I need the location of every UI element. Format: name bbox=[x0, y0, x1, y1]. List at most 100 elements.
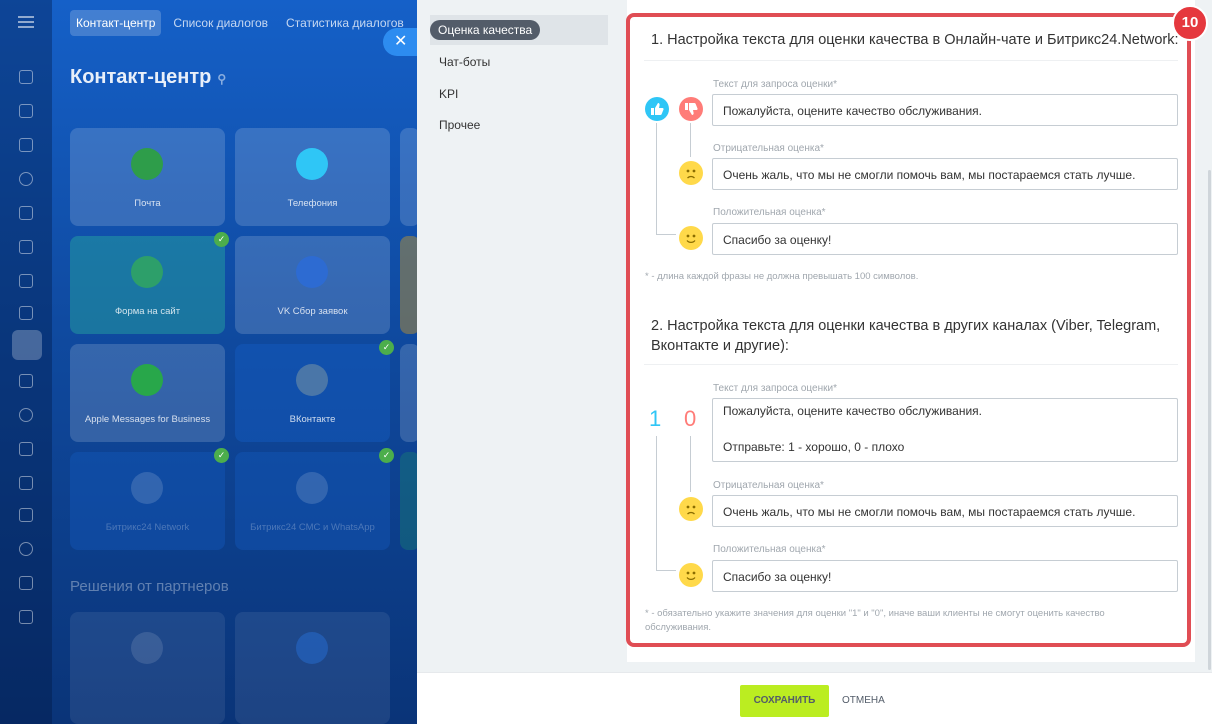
negative-rating-label: Отрицательная оценка* bbox=[713, 143, 824, 154]
file-icon[interactable] bbox=[19, 240, 33, 254]
sidebar-active-item[interactable] bbox=[12, 330, 42, 360]
partner-tile[interactable] bbox=[235, 612, 390, 724]
sidebar-icon[interactable] bbox=[19, 70, 33, 84]
menu-item-other[interactable]: Прочее bbox=[439, 118, 480, 132]
divider bbox=[644, 60, 1178, 61]
thumbs-down-icon bbox=[679, 97, 703, 121]
task-icon[interactable] bbox=[19, 442, 33, 456]
tile-label: Битрикс24 Network bbox=[105, 522, 190, 533]
message-icon bbox=[131, 364, 163, 396]
tile-telephony[interactable]: Телефония bbox=[235, 128, 390, 226]
settings-menu: Оценка качества Чат-боты KPI Прочее bbox=[417, 0, 609, 672]
document-icon[interactable] bbox=[19, 138, 33, 152]
tile-vkontakte[interactable]: ВКонтакте ✓ bbox=[235, 340, 394, 442]
request-text-input[interactable]: Пожалуйста, оцените качество обслуживани… bbox=[712, 94, 1178, 126]
menu-item-label: Оценка качества bbox=[430, 20, 541, 40]
step-badge: 10 bbox=[1172, 5, 1208, 41]
left-sidebar bbox=[0, 0, 52, 724]
tile-sms-whatsapp[interactable]: Битрикс24 СМС и WhatsApp ✓ bbox=[235, 448, 394, 550]
tab-contact-center[interactable]: Контакт-центр bbox=[70, 10, 162, 36]
tile-label: ВКонтакте bbox=[289, 414, 336, 425]
section2-note: * - обязательно укажите значения для оце… bbox=[645, 608, 1105, 633]
connector-line bbox=[690, 436, 691, 492]
menu-item-kpi[interactable]: KPI bbox=[439, 87, 458, 101]
menu-item-quality-rating[interactable]: Оценка качества bbox=[430, 15, 608, 45]
tile-vk-leads[interactable]: VK Сбор заявок bbox=[235, 236, 390, 334]
check-icon: ✓ bbox=[214, 232, 229, 247]
positive-rating-input[interactable]: Спасибо за оценку! bbox=[712, 560, 1178, 592]
tile-mail[interactable]: Почта bbox=[70, 128, 225, 226]
slider-footer: СОХРАНИТЬ ОТМЕНА bbox=[417, 672, 1212, 724]
negative-rating-input[interactable]: Очень жаль, что мы не смогли помочь вам,… bbox=[712, 158, 1178, 190]
request-text-label: Текст для запроса оценки* bbox=[713, 383, 837, 394]
menu-icon[interactable] bbox=[18, 16, 34, 28]
partners-heading: Решения от партнеров bbox=[70, 578, 229, 595]
analytics-icon[interactable] bbox=[19, 542, 33, 556]
tile-web-form[interactable]: Форма на сайт ✓ bbox=[70, 232, 229, 334]
tile-label: Форма на сайт bbox=[114, 306, 181, 317]
partner-tile[interactable] bbox=[70, 612, 225, 724]
request-text-label: Текст для запроса оценки* bbox=[713, 79, 837, 90]
connector-line bbox=[656, 234, 676, 235]
tile-label: Телефония bbox=[287, 198, 338, 209]
chat-icon[interactable] bbox=[19, 104, 33, 118]
divider bbox=[644, 364, 1178, 365]
tile-label: Почта bbox=[134, 198, 161, 209]
scrollbar[interactable] bbox=[1208, 170, 1211, 670]
store-icon[interactable] bbox=[19, 508, 33, 522]
target-icon[interactable] bbox=[19, 172, 33, 186]
cloud-icon bbox=[131, 472, 163, 504]
rating-one: 1 bbox=[649, 406, 662, 431]
happy-face-icon bbox=[679, 563, 703, 587]
section2-title: 2. Настройка текста для оценки качества … bbox=[651, 318, 1161, 354]
connector-line bbox=[656, 436, 657, 570]
card-icon[interactable] bbox=[19, 306, 33, 320]
negative-rating-input[interactable]: Очень жаль, что мы не смогли помочь вам,… bbox=[712, 495, 1178, 527]
mail-icon[interactable] bbox=[19, 374, 33, 388]
tile-label: Apple Messages for Business bbox=[84, 414, 211, 425]
negative-rating-label: Отрицательная оценка* bbox=[713, 480, 824, 491]
form-icon bbox=[131, 256, 163, 288]
cart-icon[interactable] bbox=[19, 576, 33, 590]
page-title: Контакт-центр ⚲ bbox=[70, 66, 227, 88]
cancel-button[interactable]: ОТМЕНА bbox=[842, 695, 885, 706]
partner-icon bbox=[131, 632, 163, 664]
connector-line bbox=[690, 123, 691, 157]
section1-title: 1. Настройка текста для оценки качества … bbox=[651, 32, 1179, 48]
mail-icon bbox=[131, 148, 163, 180]
calendar-icon[interactable] bbox=[19, 206, 33, 220]
connector-line bbox=[656, 570, 676, 571]
schedule-icon[interactable] bbox=[19, 476, 33, 490]
check-icon: ✓ bbox=[379, 340, 394, 355]
request-text-input[interactable]: Пожалуйста, оцените качество обслуживани… bbox=[712, 398, 1178, 462]
sad-face-icon bbox=[679, 497, 703, 521]
phone-icon bbox=[296, 148, 328, 180]
menu-item-chatbots[interactable]: Чат-боты bbox=[439, 55, 490, 69]
tile-apple-messages[interactable]: Apple Messages for Business bbox=[70, 344, 225, 442]
happy-face-icon bbox=[679, 226, 703, 250]
sms-icon bbox=[296, 472, 328, 504]
positive-rating-input[interactable]: Спасибо за оценку! bbox=[712, 223, 1178, 255]
save-button[interactable]: СОХРАНИТЬ bbox=[740, 685, 829, 717]
vk-icon bbox=[296, 364, 328, 396]
rating-zero: 0 bbox=[684, 406, 697, 431]
users-icon[interactable] bbox=[19, 408, 33, 422]
sad-face-icon bbox=[679, 161, 703, 185]
section1-note: * - длина каждой фразы не должна превыша… bbox=[645, 271, 919, 282]
partner-icon bbox=[296, 632, 328, 664]
top-navigation: Контакт-центр Список диалогов Статистика… bbox=[70, 10, 410, 36]
tile-label: VK Сбор заявок bbox=[277, 306, 348, 317]
monitor-icon[interactable] bbox=[19, 274, 33, 288]
positive-rating-label: Положительная оценка* bbox=[713, 207, 826, 218]
check-icon: ✓ bbox=[379, 448, 394, 463]
vk-icon bbox=[296, 256, 328, 288]
check-icon: ✓ bbox=[214, 448, 229, 463]
thumbs-up-icon bbox=[645, 97, 669, 121]
tab-dialog-list[interactable]: Список диалогов bbox=[167, 10, 274, 36]
tile-bitrix-network[interactable]: Битрикс24 Network ✓ bbox=[70, 448, 229, 550]
connector-line bbox=[656, 123, 657, 234]
pin-icon[interactable]: ⚲ bbox=[217, 72, 226, 86]
tile-label: Битрикс24 СМС и WhatsApp bbox=[250, 522, 375, 533]
payment-icon[interactable] bbox=[19, 610, 33, 624]
positive-rating-label: Положительная оценка* bbox=[713, 544, 826, 555]
